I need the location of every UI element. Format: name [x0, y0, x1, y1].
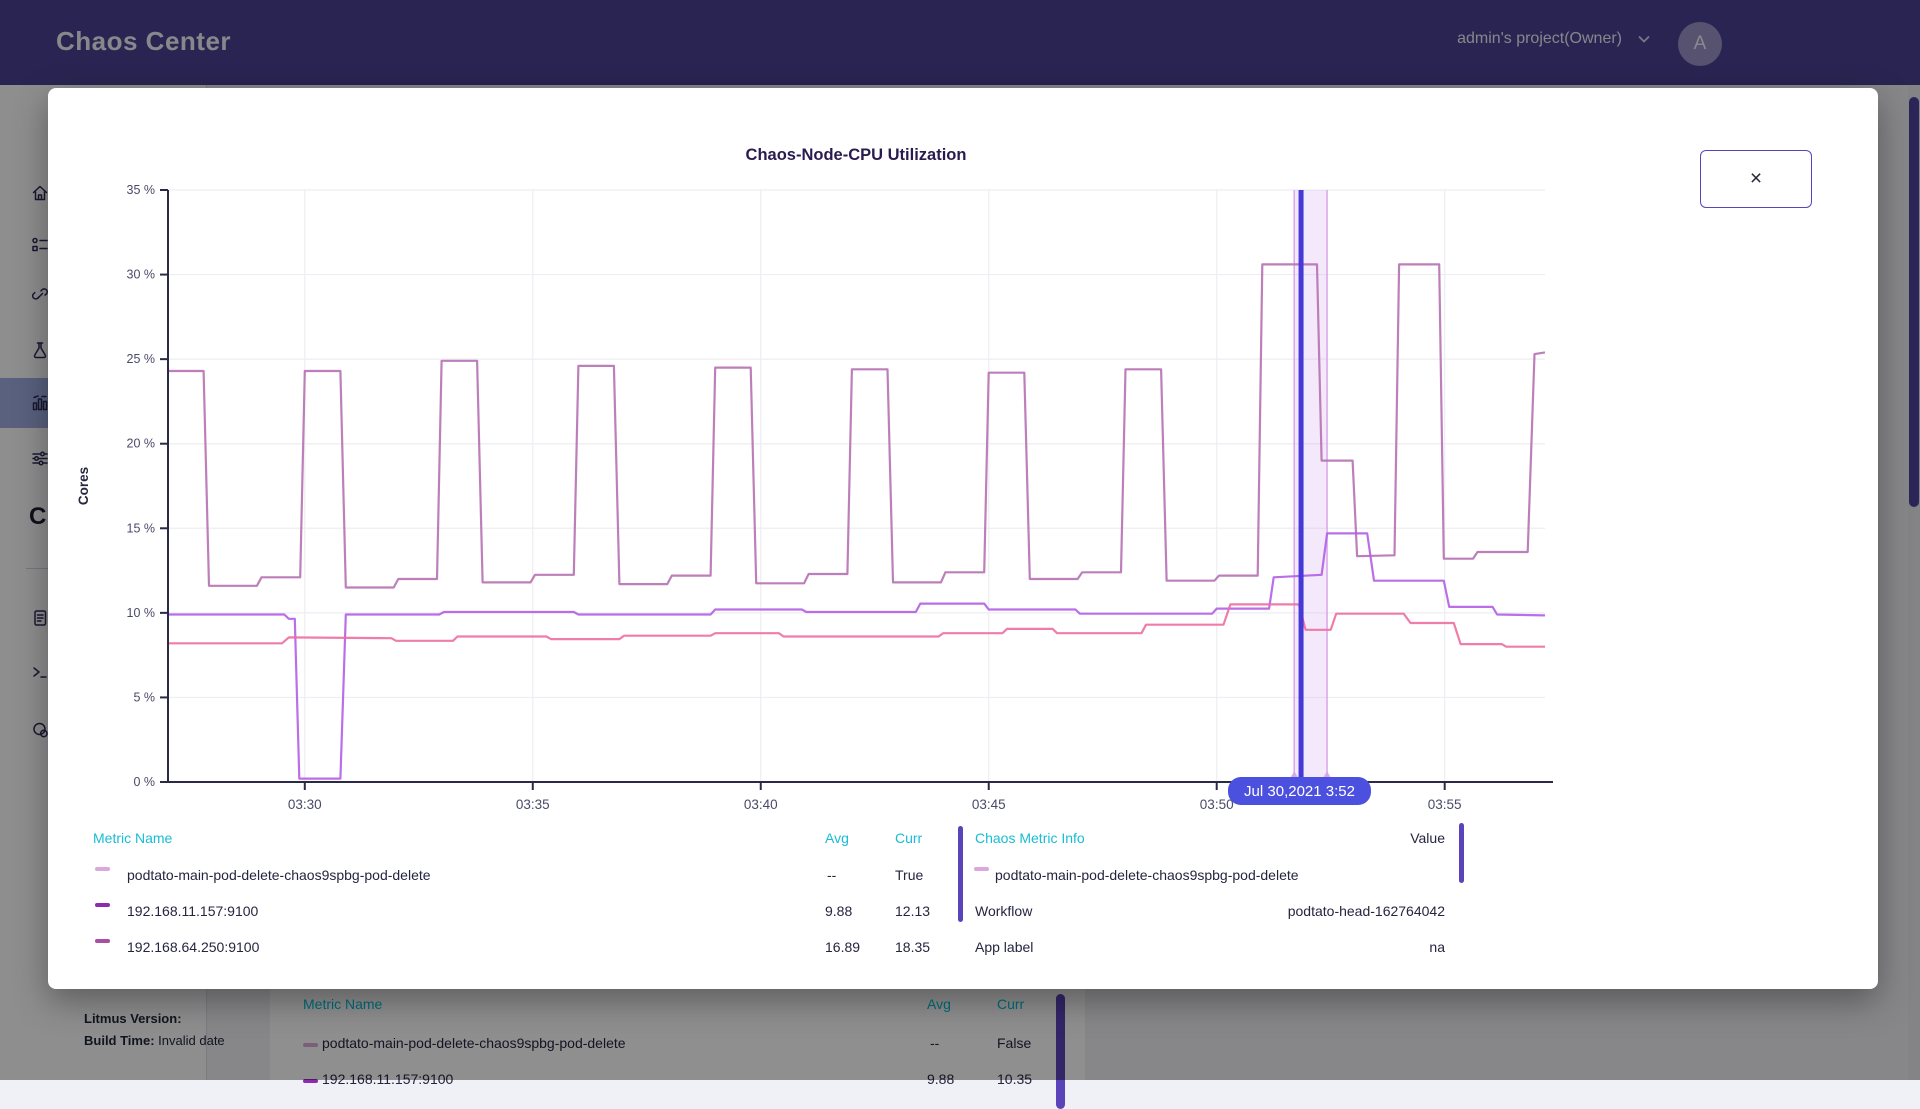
svg-text:Cores: Cores [76, 467, 91, 505]
legend-metric-avg: -- [827, 867, 836, 889]
legend-metric-name: podtato-main-pod-delete-chaos9spbg-pod-d… [127, 867, 431, 889]
svg-text:15 %: 15 % [127, 521, 156, 535]
series-swatch [974, 867, 989, 871]
chart-modal: Chaos-Node-CPU Utilization × 0 %5 %10 %1… [48, 88, 1878, 989]
legend-col-metric-name: Metric Name [93, 830, 172, 852]
svg-text:25 %: 25 % [127, 352, 156, 366]
svg-text:03:50: 03:50 [1200, 797, 1234, 812]
series-swatch [95, 939, 110, 943]
legend-metric-name: 192.168.11.157:9100 [127, 903, 258, 925]
legend-metric-curr: 18.35 [895, 939, 930, 961]
chaos-info-value: na [1429, 939, 1445, 961]
svg-text:03:45: 03:45 [972, 797, 1006, 812]
svg-text:35 %: 35 % [127, 183, 156, 197]
svg-text:0 %: 0 % [133, 775, 155, 789]
chaos-col-info: Chaos Metric Info [975, 830, 1085, 852]
series-swatch [95, 867, 110, 871]
svg-text:5 %: 5 % [133, 690, 155, 704]
legend-metric-avg: 16.89 [825, 939, 860, 961]
legend-metric-curr: True [895, 867, 923, 889]
chaos-metric-name: podtato-main-pod-delete-chaos9spbg-pod-d… [995, 867, 1299, 889]
chaos-info-value: podtato-head-162764042 [1288, 903, 1445, 925]
legend-metric-name: 192.168.64.250:9100 [127, 939, 259, 961]
legend-col-avg: Avg [825, 830, 849, 852]
svg-text:03:55: 03:55 [1428, 797, 1462, 812]
legend-metric-curr: 12.13 [895, 903, 930, 925]
chaos-info-label: App label [975, 939, 1033, 961]
legend-metric-avg: 9.88 [825, 903, 852, 925]
svg-text:03:30: 03:30 [288, 797, 322, 812]
svg-text:03:35: 03:35 [516, 797, 550, 812]
cpu-utilization-chart[interactable]: 0 % 5 % 10 % 15 % 20 % 25 % 30 % 35 % 03:30 03:35… [48, 88, 1878, 848]
chaos-info-label: Workflow [975, 903, 1032, 925]
svg-text:20 %: 20 % [127, 437, 156, 451]
chart-tooltip: Jul 30,2021 3:52 [1228, 777, 1371, 805]
svg-text:10 %: 10 % [127, 606, 156, 620]
chaos-divider-bar [1459, 823, 1464, 883]
svg-text:03:40: 03:40 [744, 797, 778, 812]
series-swatch [95, 903, 110, 907]
legend-divider-bar [958, 826, 963, 922]
chaos-col-value: Value [1410, 830, 1445, 852]
svg-text:30 %: 30 % [127, 268, 156, 282]
legend-col-curr: Curr [895, 830, 922, 852]
